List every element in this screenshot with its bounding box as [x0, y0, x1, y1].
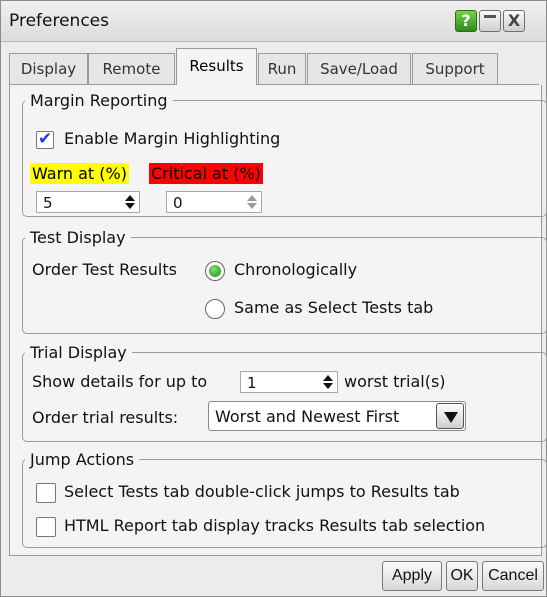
test-display-legend: Test Display [30, 228, 126, 247]
show-details-label: Show details for up to [32, 372, 208, 391]
html-report-tracks-label: HTML Report tab display tracks Results t… [64, 516, 486, 535]
order-trial-results-select[interactable]: Worst and Newest First [208, 401, 466, 431]
jump-double-click-label: Select Tests tab double-click jumps to R… [64, 482, 460, 501]
margin-reporting-legend: Margin Reporting [30, 91, 168, 110]
warn-percent-spinner[interactable]: 5 [36, 191, 140, 213]
apply-button[interactable]: Apply [382, 561, 442, 591]
jump-actions-legend: Jump Actions [30, 450, 135, 469]
ok-button[interactable]: OK [446, 561, 478, 591]
results-tab-panel: Margin Reporting Enable Margin Highlight… [9, 85, 547, 556]
html-report-tracks-checkbox[interactable] [36, 517, 56, 537]
order-test-results-label: Order Test Results [32, 260, 177, 279]
chronologically-label: Chronologically [234, 260, 358, 279]
critical-at-label: Critical at (%) [149, 163, 263, 184]
trial-display-legend: Trial Display [30, 343, 127, 362]
critical-spin-arrows-icon[interactable] [247, 193, 257, 211]
test-display-group: Test Display [22, 228, 547, 334]
tab-support[interactable]: Support [412, 53, 498, 84]
close-icon[interactable]: X [503, 10, 525, 32]
warn-spin-arrows-icon[interactable] [125, 193, 135, 211]
chronologically-radio[interactable] [205, 261, 225, 281]
order-trial-results-label: Order trial results: [32, 408, 179, 427]
tab-save-load[interactable]: Save/Load [307, 53, 411, 84]
enable-margin-highlighting-checkbox[interactable] [36, 129, 54, 149]
jump-double-click-checkbox[interactable] [36, 483, 56, 503]
warn-at-label: Warn at (%) [30, 163, 129, 184]
window-title: Preferences [9, 11, 109, 31]
minimize-icon[interactable] [479, 10, 501, 32]
critical-percent-spinner[interactable]: 0 [166, 191, 262, 213]
same-as-select-tests-radio[interactable] [205, 299, 225, 319]
chevron-down-icon[interactable] [436, 403, 464, 429]
cancel-button[interactable]: Cancel [482, 561, 544, 591]
warn-percent-value: 5 [43, 194, 53, 212]
order-trial-results-value: Worst and Newest First [215, 407, 400, 426]
critical-percent-value: 0 [173, 194, 183, 212]
tab-bar: Display Remote Results Run Save/Load Sup… [1, 48, 546, 85]
tab-results[interactable]: Results [176, 48, 257, 85]
trial-count-value: 1 [247, 374, 257, 392]
title-bar[interactable]: Preferences ? X [1, 1, 546, 42]
trial-count-spinner[interactable]: 1 [240, 371, 338, 393]
trial-spin-arrows-icon[interactable] [323, 373, 333, 391]
enable-margin-highlighting-label: Enable Margin Highlighting [64, 129, 281, 148]
tab-remote[interactable]: Remote [88, 53, 175, 84]
preferences-window: Preferences ? X Display Remote Results R… [0, 0, 547, 597]
same-as-select-tests-label: Same as Select Tests tab [234, 298, 434, 317]
worst-trials-label: worst trial(s) [344, 372, 446, 391]
help-icon[interactable]: ? [455, 10, 477, 32]
tab-run[interactable]: Run [258, 53, 306, 84]
tab-display[interactable]: Display [9, 53, 88, 84]
